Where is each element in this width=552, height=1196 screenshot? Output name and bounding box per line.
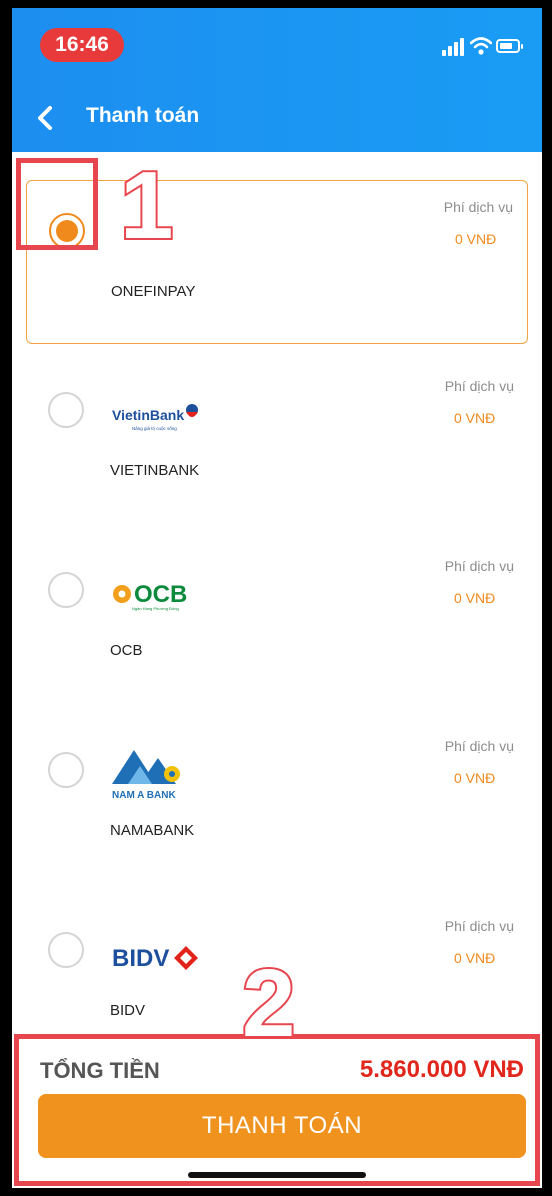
ocb-logo: OCB Ngân Hàng Phương Đông (113, 581, 187, 611)
signal-icon-bar (448, 46, 452, 56)
fee-label: Phí dịch vụ (444, 738, 514, 754)
fee-label: Phí dịch vụ (443, 199, 513, 215)
fee-label: Phí dịch vụ (444, 378, 514, 394)
svg-text:Ngân Hàng Phương Đông: Ngân Hàng Phương Đông (132, 606, 179, 611)
radio-button[interactable] (48, 752, 84, 788)
annotation-number-step2: 2 (240, 950, 297, 1057)
bidv-logo: BIDV (112, 945, 198, 972)
signal-icon-bar (454, 42, 458, 56)
fee-value: 0 VNĐ (454, 950, 496, 966)
vietinbank-logo: VietinBank Nâng giá trị cuộc sống (112, 404, 198, 431)
svg-text:Nâng giá trị cuộc sống: Nâng giá trị cuộc sống (132, 426, 177, 431)
fee-value: 0 VNĐ (454, 770, 496, 786)
signal-icon (442, 50, 446, 56)
annotation-number-step1: 1 (118, 152, 175, 259)
phone-screen: 16:46 Thanh toán ONEFINPAY Phí dịch vụ 0… (12, 8, 542, 1188)
payment-option-ocb[interactable]: OCB Ngân Hàng Phương Đông OCB Phí dịch v… (26, 540, 528, 704)
wifi-icon (470, 37, 492, 55)
fee-value: 0 VNĐ (455, 231, 497, 247)
bank-name: VIETINBANK (110, 462, 200, 479)
fee-value: 0 VNĐ (454, 410, 496, 426)
namabank-logo: NAM A BANK (112, 750, 180, 801)
bank-name: BIDV (110, 1002, 146, 1019)
radio-button[interactable] (48, 572, 84, 608)
fee-label: Phí dịch vụ (444, 558, 514, 574)
payment-option-vietinbank[interactable]: VietinBank Nâng giá trị cuộc sống VIETIN… (26, 360, 528, 524)
page-title: Thanh toán (86, 104, 200, 127)
svg-text:OCB: OCB (134, 581, 187, 608)
battery-icon (496, 39, 520, 53)
radio-button[interactable] (48, 932, 84, 968)
payment-option-namabank[interactable]: NAM A BANK NAMABANK Phí dịch vụ 0 VNĐ (26, 720, 528, 884)
payment-method-list: ONEFINPAY Phí dịch vụ 0 VNĐ VietinBank N… (12, 152, 542, 1042)
annotation-box-step1 (16, 158, 98, 250)
fee-label: Phí dịch vụ (444, 918, 514, 934)
payment-option-onefinpay[interactable]: ONEFINPAY Phí dịch vụ 0 VNĐ (26, 180, 528, 344)
status-time: 16:46 (40, 28, 124, 62)
logo-text-vietinbank: VietinBank (112, 407, 184, 423)
signal-icon-bar (460, 38, 464, 56)
app-header: 16:46 Thanh toán (12, 8, 542, 152)
bank-name: ONEFINPAY (111, 283, 196, 300)
svg-text:BIDV: BIDV (112, 945, 169, 972)
fee-value: 0 VNĐ (454, 590, 496, 606)
status-icons (442, 36, 523, 56)
bank-name: NAMABANK (110, 822, 195, 839)
svg-text:NAM A BANK: NAM A BANK (112, 790, 176, 801)
bank-name: OCB (110, 642, 143, 659)
radio-button[interactable] (48, 392, 84, 428)
battery-tip (521, 44, 523, 49)
back-button[interactable] (30, 98, 60, 138)
chevron-left-icon (38, 106, 52, 130)
